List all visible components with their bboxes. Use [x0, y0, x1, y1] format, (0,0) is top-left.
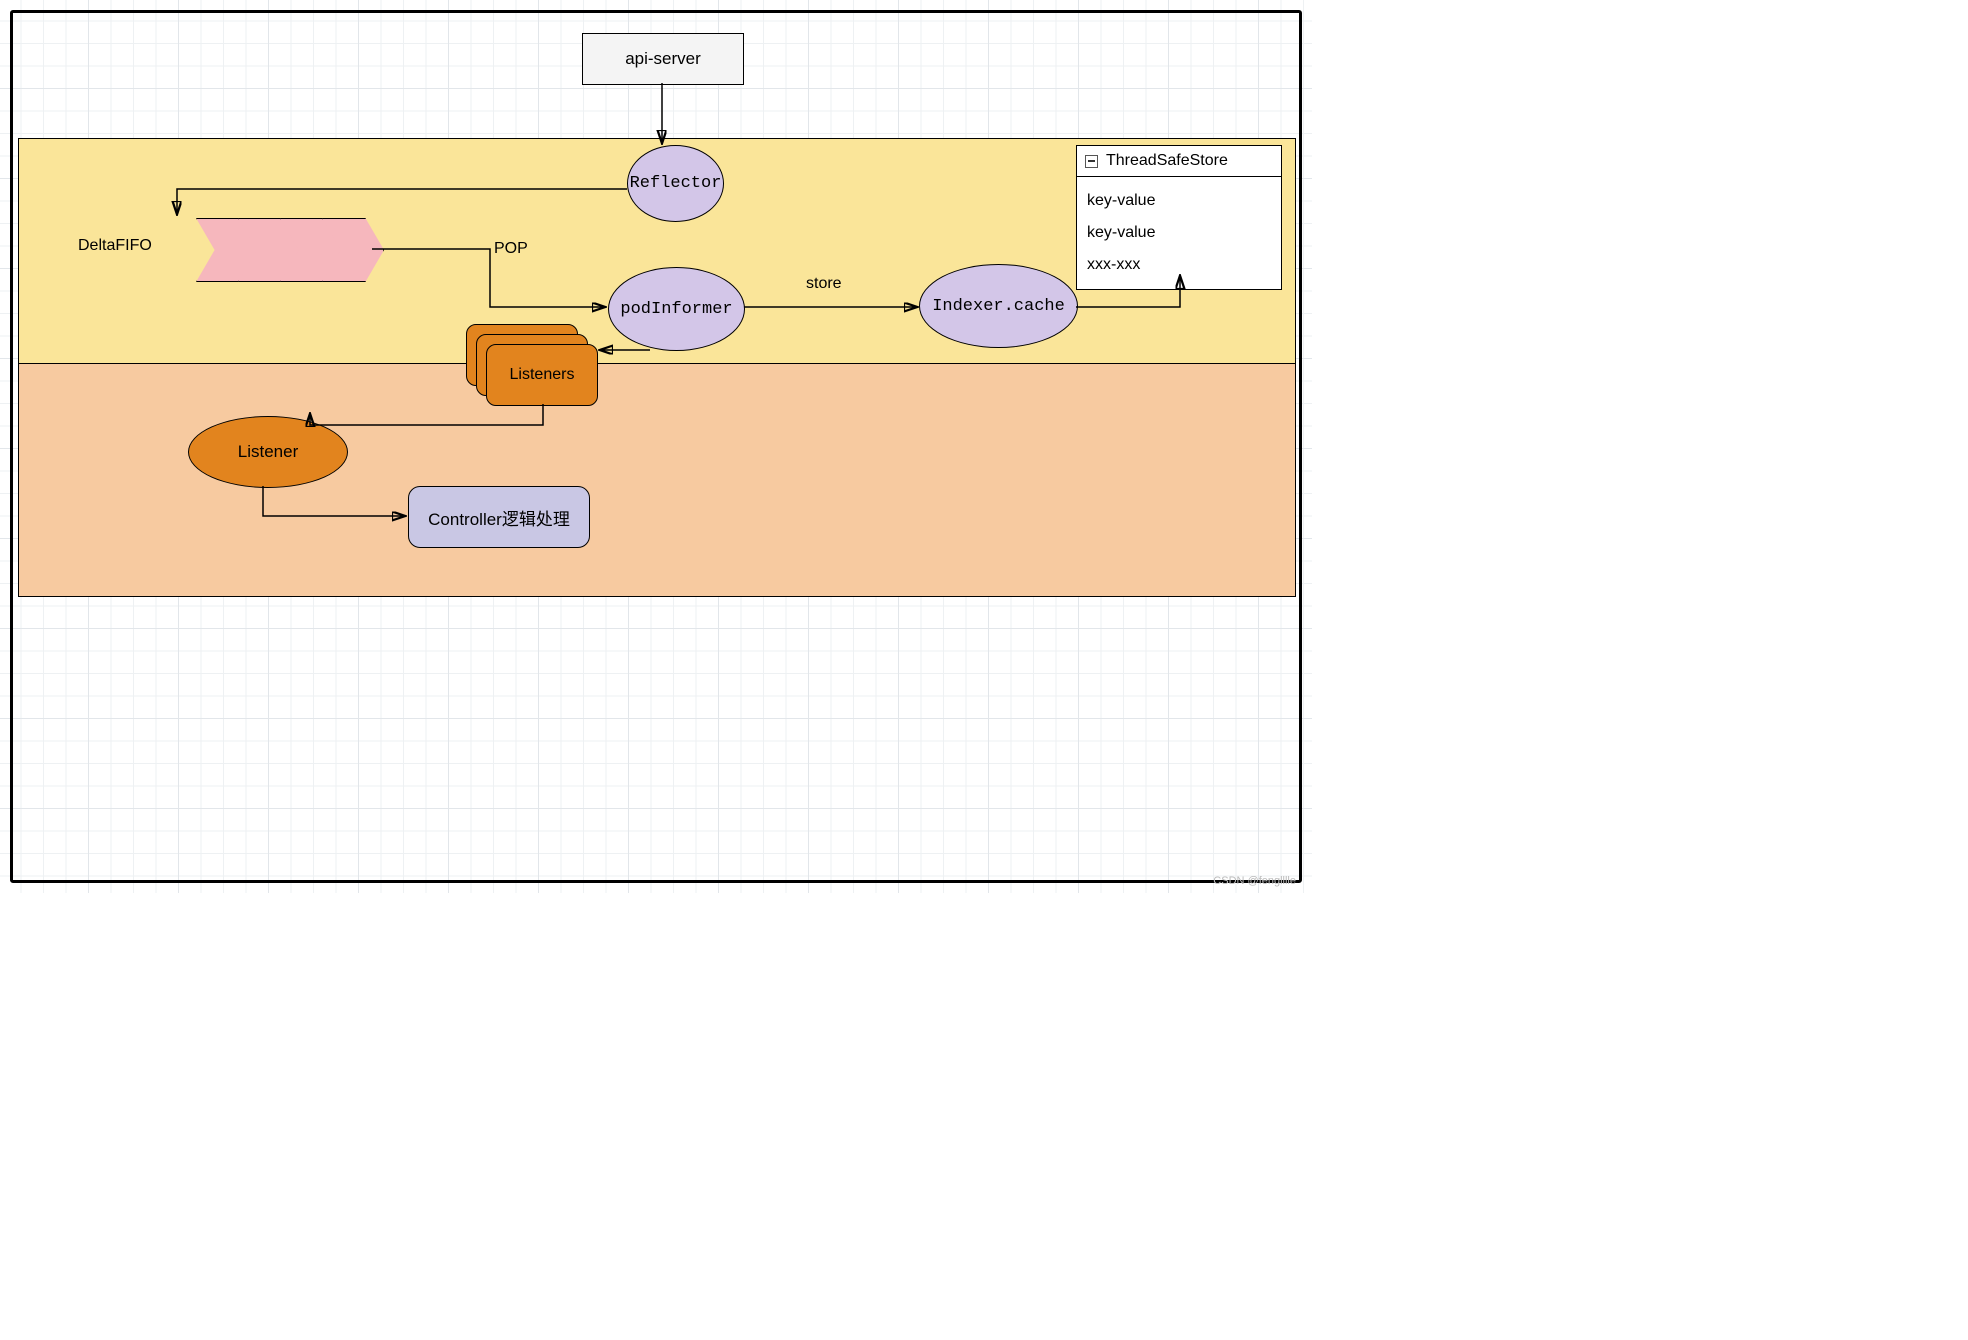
label-pop: POP: [494, 240, 528, 258]
node-listener: Listener: [188, 416, 348, 488]
node-podinformer: podInformer: [608, 267, 745, 351]
node-api-server: api-server: [582, 33, 744, 85]
listeners-label: Listeners: [510, 366, 575, 384]
deltafifo-queue: [196, 218, 384, 282]
tss-header: ThreadSafeStore: [1077, 146, 1281, 177]
tss-row: key-value: [1087, 217, 1271, 249]
node-indexer-cache: Indexer.cache: [919, 264, 1078, 348]
watermark: CSDN @fenglllle: [1213, 875, 1296, 887]
label-store: store: [806, 275, 842, 293]
tss-row: key-value: [1087, 185, 1271, 217]
node-thread-safe-store: ThreadSafeStore key-value key-value xxx-…: [1076, 145, 1282, 290]
zone-orange: [18, 363, 1296, 597]
collapse-icon: [1085, 155, 1098, 168]
node-reflector: Reflector: [627, 145, 724, 222]
node-controller: Controller逻辑处理: [408, 486, 590, 548]
tss-row: xxx-xxx: [1087, 249, 1271, 281]
node-listeners: Listeners: [466, 324, 606, 404]
label-deltafifo: DeltaFIFO: [78, 237, 152, 255]
tss-title: ThreadSafeStore: [1106, 152, 1228, 170]
